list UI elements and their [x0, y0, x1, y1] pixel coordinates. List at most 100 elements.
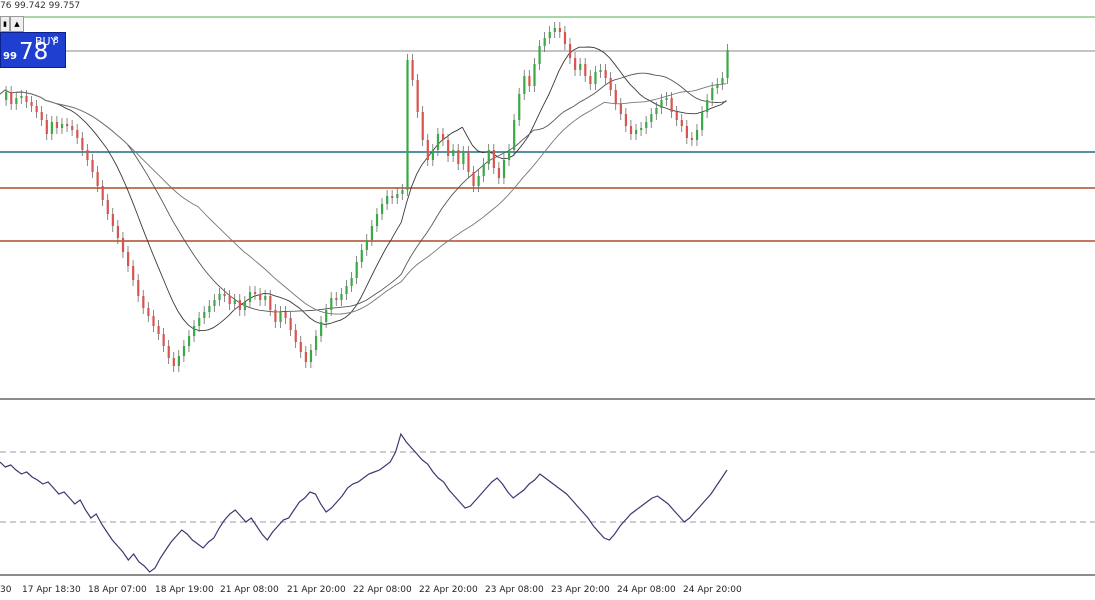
candle — [335, 298, 338, 300]
candle — [396, 194, 399, 198]
candle — [86, 150, 89, 160]
candle — [558, 28, 561, 32]
panel-toggle-button[interactable]: ▮ — [0, 16, 10, 32]
candle — [553, 28, 556, 32]
candle — [177, 356, 180, 366]
candle — [66, 124, 69, 126]
candle — [350, 278, 353, 286]
candle — [264, 296, 267, 300]
candle — [172, 358, 175, 366]
price-chart[interactable] — [0, 0, 1095, 398]
candle — [360, 250, 363, 262]
candle — [574, 58, 577, 70]
candle — [10, 92, 13, 104]
candle — [660, 100, 663, 108]
ma-slow-line — [0, 83, 727, 315]
candle — [579, 64, 582, 70]
quote-strip: 76 99.742 99.757 — [0, 0, 83, 12]
candle — [721, 78, 724, 84]
candle — [690, 138, 694, 140]
candle — [208, 306, 211, 312]
candle — [279, 312, 282, 322]
candle — [330, 298, 333, 310]
candle — [386, 196, 389, 204]
candle — [472, 172, 475, 186]
candle — [624, 114, 628, 126]
candle — [680, 120, 683, 126]
candle — [640, 128, 643, 130]
candle — [137, 280, 140, 296]
candle — [81, 138, 84, 150]
time-tick-label: 18 Apr 07:00 — [88, 585, 147, 595]
time-tick-label: 30 — [0, 585, 12, 595]
candle — [71, 126, 74, 130]
candle — [96, 172, 99, 186]
candle — [304, 352, 307, 362]
candle — [589, 76, 592, 84]
candle — [502, 160, 506, 178]
candle — [233, 300, 236, 304]
candle — [462, 152, 465, 164]
candle — [289, 318, 292, 330]
candle — [60, 124, 64, 128]
candle — [370, 226, 374, 240]
pane-separator[interactable] — [0, 398, 1095, 400]
candle — [101, 186, 104, 200]
candle — [147, 308, 150, 316]
candle — [614, 90, 617, 104]
candle — [701, 112, 704, 130]
candle — [218, 294, 221, 300]
buy-button[interactable]: BUY 99 78 8 — [0, 32, 66, 68]
candle — [50, 122, 53, 134]
buy-price-sup: 8 — [53, 36, 59, 46]
candle — [76, 130, 79, 138]
candle — [436, 134, 440, 150]
candle — [259, 294, 262, 300]
candle — [55, 122, 59, 128]
candle — [431, 150, 434, 160]
candle — [584, 64, 587, 76]
candle — [421, 112, 424, 140]
candle — [406, 60, 409, 190]
candle — [325, 310, 328, 322]
candle — [254, 292, 257, 294]
candle — [457, 150, 460, 164]
candle — [320, 322, 323, 336]
candle — [609, 78, 612, 90]
candle — [45, 120, 48, 134]
panel-expand-arrow-icon[interactable]: ▲ — [10, 16, 24, 32]
time-tick-label: 22 Apr 20:00 — [419, 585, 478, 595]
candle — [284, 312, 287, 318]
candle — [203, 312, 206, 318]
moving-averages — [0, 46, 727, 332]
candle — [675, 112, 678, 120]
candle — [111, 214, 114, 226]
oscillator-chart[interactable] — [0, 402, 1095, 574]
ma-mid-line — [0, 72, 727, 313]
candle — [15, 98, 18, 104]
candle — [187, 336, 191, 346]
candle — [650, 114, 653, 122]
buy-price-big: 78 — [19, 39, 49, 65]
candle — [345, 286, 348, 294]
oscillator-line — [0, 432, 728, 573]
candle — [523, 76, 526, 94]
candle — [5, 92, 8, 100]
candle — [299, 342, 302, 352]
time-tick-label: 21 Apr 20:00 — [287, 585, 346, 595]
candle — [127, 252, 130, 266]
candle — [518, 94, 521, 120]
candle — [645, 122, 648, 128]
candle — [467, 152, 470, 172]
candle — [619, 104, 622, 114]
candle — [40, 112, 43, 120]
candle — [157, 326, 160, 334]
candle — [243, 302, 247, 310]
candle — [340, 294, 343, 300]
time-tick-label: 24 Apr 08:00 — [617, 585, 676, 595]
candle — [487, 150, 490, 164]
candle — [294, 330, 297, 342]
time-tick-label: 22 Apr 08:00 — [353, 585, 412, 595]
time-tick-label: 23 Apr 08:00 — [485, 585, 544, 595]
time-tick-label: 18 Apr 19:00 — [155, 585, 214, 595]
